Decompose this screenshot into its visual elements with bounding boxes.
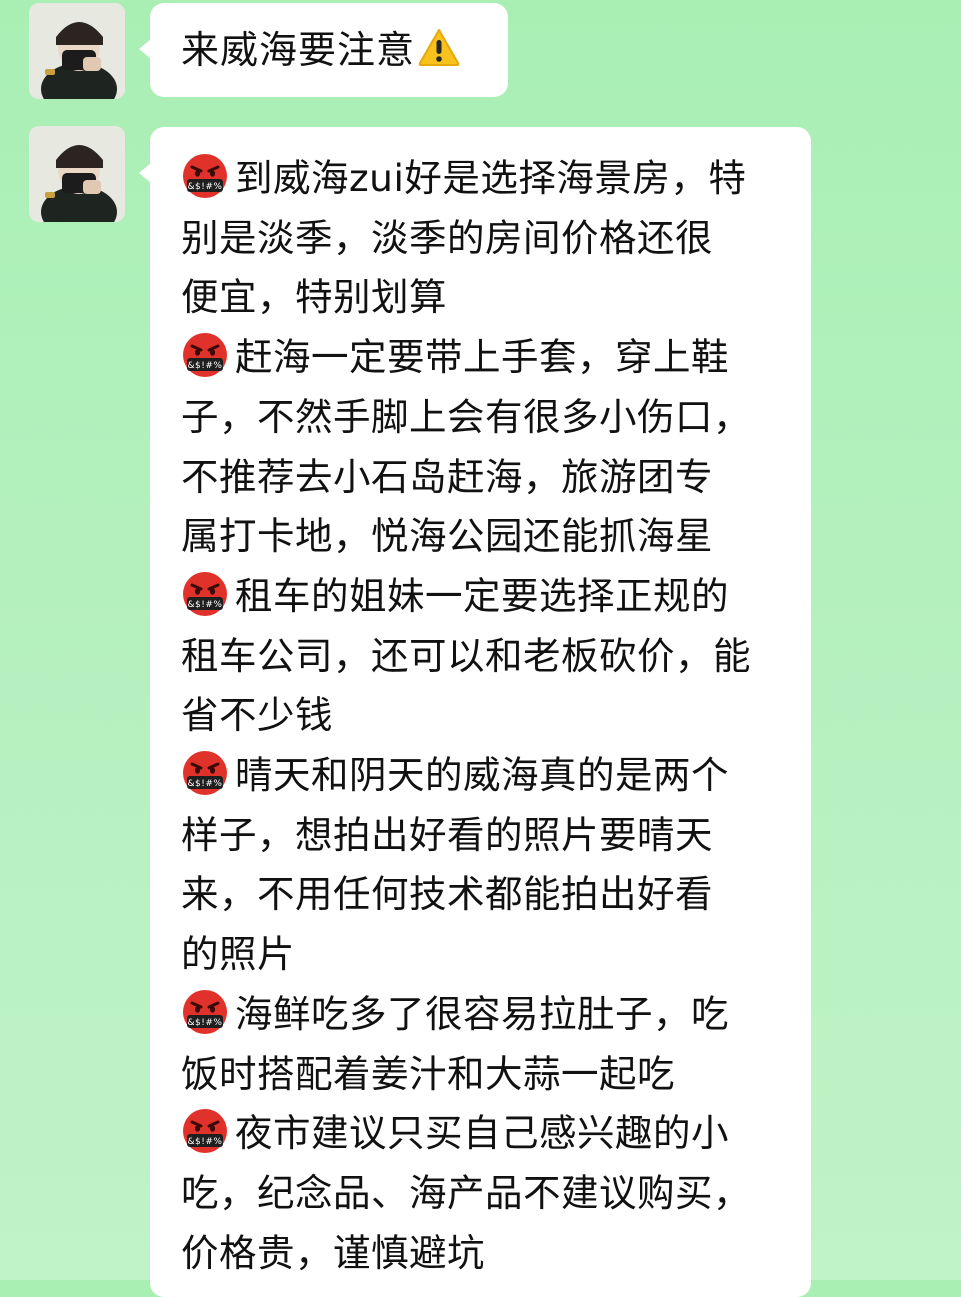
message-bubble[interactable]: &$!#% 到威海zui好是选择海景房，特别是淡季，淡季的房间价格还很 便宜，特别划… — [139, 127, 811, 1297]
tip-text: 到威海zui好是选择海景房，特 — [235, 156, 747, 200]
tip-paragraph: &$!#% 租车的姐妹一定要选择正规的租车公司，还可以和老板砍价，能 省不少钱 — [181, 567, 789, 746]
tip-line: &$!#% 租车的姐妹一定要选择正规的 — [181, 567, 789, 627]
tip-paragraph: &$!#% 夜市建议只买自己感兴趣的小吃，纪念品、海产品不建议购买， 价格贵，谨慎避… — [181, 1104, 789, 1283]
angry-swearing-face-icon: &$!#% — [181, 988, 229, 1036]
tip-text: 海鲜吃多了很容易拉肚子，吃 — [235, 991, 729, 1036]
angry-swearing-face-icon: &$!#% — [181, 749, 229, 797]
angry-swearing-face-icon: &$!#% — [181, 331, 229, 379]
tip-paragraph: &$!#% 到威海zui好是选择海景房，特别是淡季，淡季的房间价格还很 便宜，特别划… — [181, 149, 789, 328]
tip-text: 租车的姐妹一定要选择正规的 — [235, 573, 729, 618]
tip-paragraph: &$!#% 赶海一定要带上手套，穿上鞋子，不然手脚上会有很多小伤口， 不推荐去小石岛… — [181, 328, 789, 567]
angry-swearing-face-icon: &$!#% — [181, 570, 229, 618]
tip-line: 别是淡季，淡季的房间价格还很 — [181, 215, 713, 260]
tip-paragraph: &$!#% 晴天和阴天的威海真的是两个样子，想拍出好看的照片要晴天 来，不用任何技术… — [181, 746, 789, 985]
tip-line: 便宜，特别划算 — [181, 275, 447, 320]
tip-line: 饭时搭配着姜汁和大蒜一起吃 — [181, 1051, 675, 1096]
tip-text: 晴天和阴天的威海真的是两个 — [235, 753, 729, 798]
angry-symbols: &$!#% — [188, 779, 223, 789]
tip-line: 价格贵，谨慎避坑 — [181, 1230, 485, 1275]
tip-line: &$!#% 海鲜吃多了很容易拉肚子，吃 — [181, 985, 789, 1045]
angry-symbols: &$!#% — [188, 182, 223, 192]
tip-line: 样子，想拍出好看的照片要晴天 — [181, 812, 713, 857]
tip-line: 的照片 — [181, 932, 295, 977]
tip-line: &$!#% 夜市建议只买自己感兴趣的小 — [181, 1104, 789, 1164]
tip-line: &$!#% 到威海zui好是选择海景房，特 — [181, 149, 789, 209]
angry-symbols: &$!#% — [188, 1137, 223, 1147]
warning-icon — [417, 27, 461, 71]
tip-line: 子，不然手脚上会有很多小伤口， — [181, 394, 751, 439]
tip-line: 来，不用任何技术都能拍出好看 — [181, 872, 713, 917]
tip-line: 租车公司，还可以和老板砍价，能 — [181, 633, 751, 678]
tip-line: &$!#% 晴天和阴天的威海真的是两个 — [181, 746, 789, 806]
angry-symbols: &$!#% — [188, 361, 223, 371]
tip-line: 不推荐去小石岛赶海，旅游团专 — [181, 454, 713, 499]
tip-line: 吃，纪念品、海产品不建议购买， — [181, 1170, 751, 1215]
tip-line: 属打卡地，悦海公园还能抓海星 — [181, 514, 713, 559]
tip-text: 夜市建议只买自己感兴趣的小 — [235, 1111, 729, 1156]
angry-swearing-face-icon: &$!#% — [181, 1107, 229, 1155]
message-text: 来威海要注意 — [181, 28, 416, 72]
angry-swearing-face-icon: &$!#% — [181, 152, 229, 200]
sender-avatar[interactable] — [29, 126, 125, 222]
angry-symbols: &$!#% — [188, 1018, 223, 1028]
tip-line: &$!#% 赶海一定要带上手套，穿上鞋 — [181, 328, 789, 388]
sender-avatar[interactable] — [29, 3, 125, 99]
tip-paragraph: &$!#% 海鲜吃多了很容易拉肚子，吃饭时搭配着姜汁和大蒜一起吃 — [181, 985, 789, 1104]
tip-line: 省不少钱 — [181, 693, 333, 738]
message-bubble[interactable]: 来威海要注意 — [139, 3, 508, 97]
angry-symbols: &$!#% — [188, 600, 223, 610]
tip-text: 赶海一定要带上手套，穿上鞋 — [235, 335, 729, 380]
